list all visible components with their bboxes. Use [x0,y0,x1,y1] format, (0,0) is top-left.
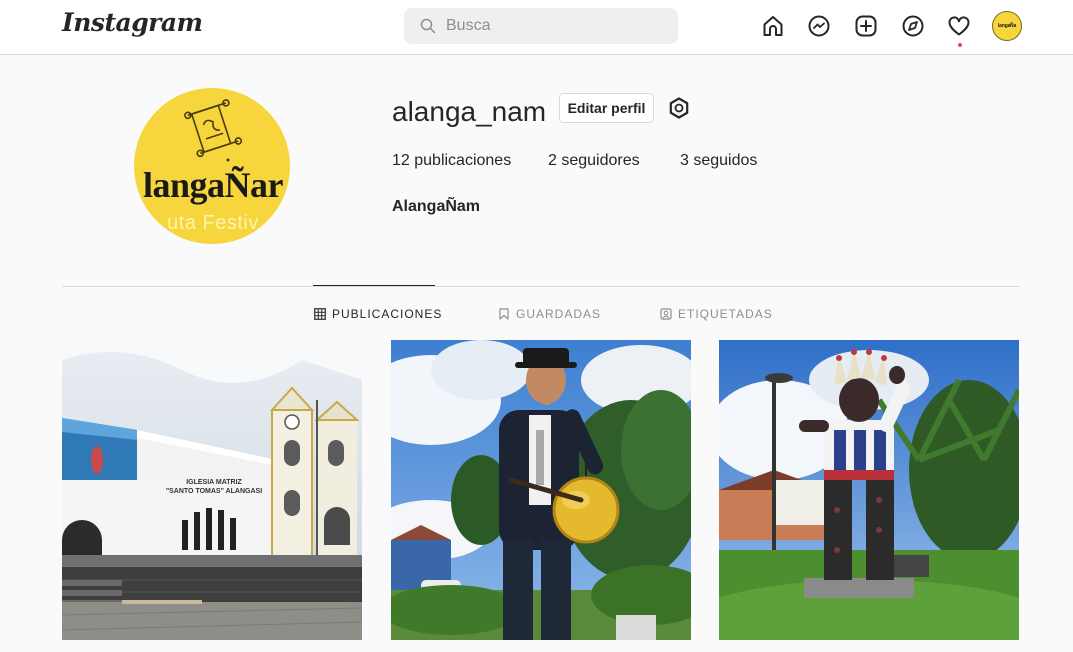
following-label: seguidos [688,152,758,169]
posts-count: 12 [392,152,410,169]
avatar-logo-subtext: uta Festiv [167,212,259,234]
tab-guardadas-label: GUARDADAS [516,307,602,321]
new-post-icon[interactable] [851,11,881,41]
followers-count: 2 [548,152,557,169]
search-box[interactable] [404,8,678,44]
posts-label: publicaciones [409,152,512,169]
post-thumbnail-gong-statue[interactable] [391,340,691,640]
grid-icon [314,308,326,320]
messenger-icon[interactable] [804,11,834,41]
settings-icon[interactable] [667,96,691,120]
festive-statue-photo [719,340,1019,640]
church-sign-line2: "SANTO TOMAS" ALANGASI [166,488,262,495]
gong-statue-photo [391,340,691,640]
tab-publicaciones-label: PUBLICACIONES [332,307,443,321]
search-icon [420,18,436,34]
tab-guardadas[interactable]: GUARDADAS [498,304,601,324]
profile-avatar[interactable]: langaÑar uta Festiv [134,88,290,244]
profile-username: alanga_nam [392,96,547,127]
home-icon[interactable] [758,11,788,41]
church-photo: IGLESIA MATRIZ "SANTO TOMAS" ALANGASI [62,340,362,640]
active-tab-indicator [313,285,435,286]
tab-publicaciones[interactable]: PUBLICACIONES [314,304,442,324]
nav-profile-avatar[interactable]: langaÑa [992,11,1022,41]
tagged-icon [660,308,672,320]
nav-icons [758,11,1028,43]
following-stat[interactable]: 3 seguidos [680,152,757,170]
followers-label: seguidores [556,152,640,169]
instagram-logo[interactable]: Instagram [62,8,203,37]
church-sign-line1: IGLESIA MATRIZ [186,479,242,486]
search-input[interactable] [446,17,666,35]
post-thumbnail-festive-statue[interactable] [719,340,1019,640]
explore-icon[interactable] [898,11,928,41]
tab-etiquetadas-label: ETIQUETADAS [678,307,773,321]
post-thumbnail-church[interactable]: IGLESIA MATRIZ "SANTO TOMAS" ALANGASI [62,340,362,640]
avatar-logo-text: langaÑar [143,165,284,205]
edit-profile-button[interactable]: Editar perfil [559,93,654,123]
nav-avatar-text: langaÑa [997,23,1017,29]
profile-full-name: AlangaÑam [392,198,481,215]
bookmark-icon [499,308,509,320]
followers-stat[interactable]: 2 seguidores [548,152,640,170]
tab-etiquetadas[interactable]: ETIQUETADAS [660,304,773,324]
posts-count-stat: 12 publicaciones [392,152,511,170]
scroll-logo-icon [184,99,243,162]
following-count: 3 [680,152,689,169]
tabs-divider [62,286,1020,287]
top-navbar: Instagram langaÑa [0,0,1073,55]
notification-dot [958,43,962,47]
activity-heart-icon[interactable] [944,11,974,41]
